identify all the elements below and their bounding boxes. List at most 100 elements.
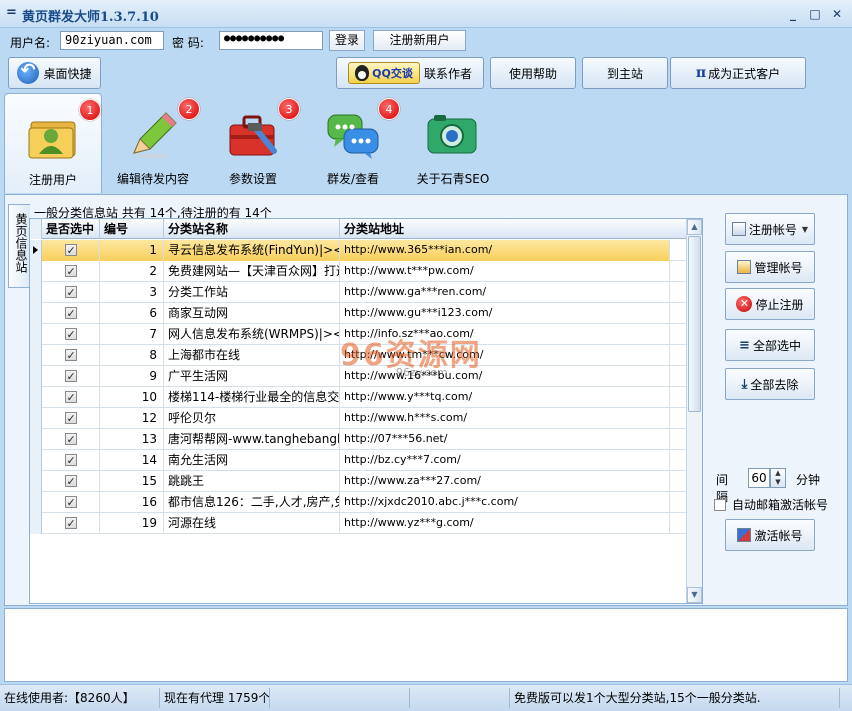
row-checkbox-cell[interactable] bbox=[42, 471, 100, 492]
row-checkbox-cell[interactable] bbox=[42, 240, 100, 261]
interval-stepper[interactable]: ▲ ▼ bbox=[770, 468, 786, 488]
table-row[interactable]: 3分类工作站http://www.ga***ren.com/ bbox=[30, 282, 690, 303]
scroll-up-icon[interactable]: ▲ bbox=[687, 219, 702, 235]
deselect-all-button[interactable]: ⤓ 全部去除 bbox=[725, 368, 815, 400]
table-row[interactable]: 13唐河帮帮网-www.tanghebangbanghttp://07***56… bbox=[30, 429, 690, 450]
row-number: 6 bbox=[100, 303, 164, 324]
row-checkbox[interactable] bbox=[64, 241, 77, 261]
register-account-label: 注册帐号 bbox=[748, 222, 797, 237]
manage-account-button[interactable]: 管理帐号 bbox=[725, 251, 815, 283]
table-row[interactable]: 10楼梯114-楼梯行业最全的信息交流http://www.y***tq.com… bbox=[30, 387, 690, 408]
header-selected[interactable]: 是否选中 bbox=[42, 219, 100, 239]
desktop-shortcut-label: 桌面快捷 bbox=[43, 66, 92, 81]
tab-register-users[interactable]: 1 注册用户 bbox=[4, 93, 102, 193]
row-checkbox-cell[interactable] bbox=[42, 408, 100, 429]
contact-author-label: 联系作者 bbox=[423, 66, 472, 81]
status-empty-2 bbox=[410, 688, 510, 708]
contact-author-button[interactable]: QQ交谈 联系作者 bbox=[336, 57, 484, 89]
row-checkbox-cell[interactable] bbox=[42, 387, 100, 408]
username-input[interactable]: 90ziyuan.com bbox=[60, 31, 164, 50]
table-row[interactable]: 2免费建网站—【天津百众网】打造http://www.t***pw.com/ bbox=[30, 261, 690, 282]
password-input[interactable]: ●●●●●●●●●● bbox=[219, 31, 323, 50]
row-checkbox[interactable] bbox=[64, 346, 77, 366]
login-button[interactable]: 登录 bbox=[329, 30, 365, 51]
row-checkbox-cell[interactable] bbox=[42, 324, 100, 345]
tab-label: 关于石青SEO bbox=[416, 172, 490, 186]
header-indicator bbox=[30, 219, 42, 239]
row-number: 3 bbox=[100, 282, 164, 303]
stop-register-label: 停止注册 bbox=[755, 297, 804, 312]
register-account-button[interactable]: 注册帐号 ▼ bbox=[725, 213, 815, 245]
table-row[interactable]: 15跳跳王http://www.za***27.com/ bbox=[30, 471, 690, 492]
scroll-down-icon[interactable]: ▼ bbox=[687, 587, 702, 603]
table-row[interactable]: 1寻云信息发布系统(FindYun)|><最新http://www.365***… bbox=[30, 240, 690, 261]
tab-edit-content[interactable]: 2 编辑待发内容 bbox=[104, 93, 202, 193]
tab-broadcast-view[interactable]: 4 群发/查看 bbox=[304, 93, 402, 193]
tab-badge: 3 bbox=[278, 98, 300, 120]
row-checkbox[interactable] bbox=[64, 493, 77, 513]
row-site-name: 呼伦贝尔 bbox=[164, 408, 340, 429]
window-title: 黄页群发大师1.3.7.10 bbox=[22, 10, 159, 25]
row-checkbox-cell[interactable] bbox=[42, 282, 100, 303]
table-row[interactable]: 14南允生活网http://bz.cy***7.com/ bbox=[30, 450, 690, 471]
row-checkbox-cell[interactable] bbox=[42, 261, 100, 282]
close-button[interactable]: ✕ bbox=[828, 6, 846, 22]
stop-register-button[interactable]: ✕ 停止注册 bbox=[725, 288, 815, 320]
row-checkbox[interactable] bbox=[64, 409, 77, 429]
table-row[interactable]: 6商家互动网http://www.gu***i123.com/ bbox=[30, 303, 690, 324]
vertical-scrollbar[interactable]: ▲ ▼ bbox=[686, 219, 702, 603]
minimize-button[interactable]: _ bbox=[784, 6, 802, 22]
header-number[interactable]: 编号 bbox=[100, 219, 164, 239]
row-checkbox[interactable] bbox=[64, 472, 77, 492]
row-checkbox[interactable] bbox=[64, 283, 77, 303]
help-button[interactable]: 使用帮助 bbox=[490, 57, 576, 89]
row-checkbox[interactable] bbox=[64, 304, 77, 324]
table-row[interactable]: 19河源在线http://www.yz***g.com/ bbox=[30, 513, 690, 534]
row-checkbox-cell[interactable] bbox=[42, 366, 100, 387]
current-row-arrow-icon bbox=[33, 246, 38, 254]
stepper-up-icon[interactable]: ▲ bbox=[771, 469, 785, 478]
stepper-down-icon[interactable]: ▼ bbox=[771, 478, 785, 487]
tab-label: 群发/查看 bbox=[326, 172, 380, 186]
row-checkbox[interactable] bbox=[64, 514, 77, 534]
system-menu-icon[interactable]: = bbox=[6, 5, 17, 20]
header-site-url[interactable]: 分类站地址 bbox=[340, 219, 690, 239]
tab-about-seo[interactable]: 关于石青SEO bbox=[404, 93, 502, 193]
row-checkbox-cell[interactable] bbox=[42, 513, 100, 534]
select-all-button[interactable]: ≡ 全部选中 bbox=[725, 329, 815, 361]
header-site-name[interactable]: 分类站名称 bbox=[164, 219, 340, 239]
scroll-thumb[interactable] bbox=[688, 236, 701, 412]
interval-input[interactable]: 60 bbox=[748, 468, 770, 488]
row-checkbox-cell[interactable] bbox=[42, 303, 100, 324]
watermark-logo: 96资源网 96zy.com bbox=[336, 330, 526, 386]
desktop-shortcut-button[interactable]: 桌面快捷 bbox=[8, 57, 101, 89]
row-checkbox-cell[interactable] bbox=[42, 429, 100, 450]
row-checkbox[interactable] bbox=[64, 430, 77, 450]
row-checkbox-cell[interactable] bbox=[42, 492, 100, 513]
auto-activate-option[interactable]: 自动邮箱激活帐号 bbox=[714, 496, 828, 513]
row-checkbox-cell[interactable] bbox=[42, 450, 100, 471]
row-indicator bbox=[30, 366, 42, 387]
row-checkbox[interactable] bbox=[64, 325, 77, 345]
auto-activate-checkbox[interactable] bbox=[714, 498, 726, 511]
register-new-user-button[interactable]: 注册新用户 bbox=[373, 30, 466, 51]
table-header: 是否选中 编号 分类站名称 分类站地址 bbox=[30, 219, 690, 239]
maximize-button[interactable]: □ bbox=[806, 6, 824, 22]
sites-table: 是否选中 编号 分类站名称 分类站地址 1寻云信息发布系统(FindYun)|>… bbox=[29, 218, 703, 604]
side-tab-yellow-pages-sites[interactable]: 黄页信息站 bbox=[8, 204, 30, 288]
row-checkbox[interactable] bbox=[64, 262, 77, 282]
activate-account-button[interactable]: 激活帐号 bbox=[725, 519, 815, 551]
table-row[interactable]: 16都市信息126：二手,人才,房产,免费http://xjxdc2010.ab… bbox=[30, 492, 690, 513]
row-checkbox[interactable] bbox=[64, 367, 77, 387]
row-checkbox[interactable] bbox=[64, 451, 77, 471]
row-checkbox-cell[interactable] bbox=[42, 345, 100, 366]
row-site-url: http://www.za***27.com/ bbox=[340, 471, 670, 492]
goto-main-site-button[interactable]: 到主站 bbox=[582, 57, 668, 89]
log-output-box[interactable] bbox=[4, 608, 848, 682]
tab-parameter-settings[interactable]: 3 参数设置 bbox=[204, 93, 302, 193]
become-customer-button[interactable]: π 成为正式客户 bbox=[670, 57, 806, 89]
username-label: 用户名: bbox=[10, 36, 51, 50]
row-checkbox[interactable] bbox=[64, 388, 77, 408]
table-row[interactable]: 12呼伦贝尔http://www.h***s.com/ bbox=[30, 408, 690, 429]
row-number: 13 bbox=[100, 429, 164, 450]
